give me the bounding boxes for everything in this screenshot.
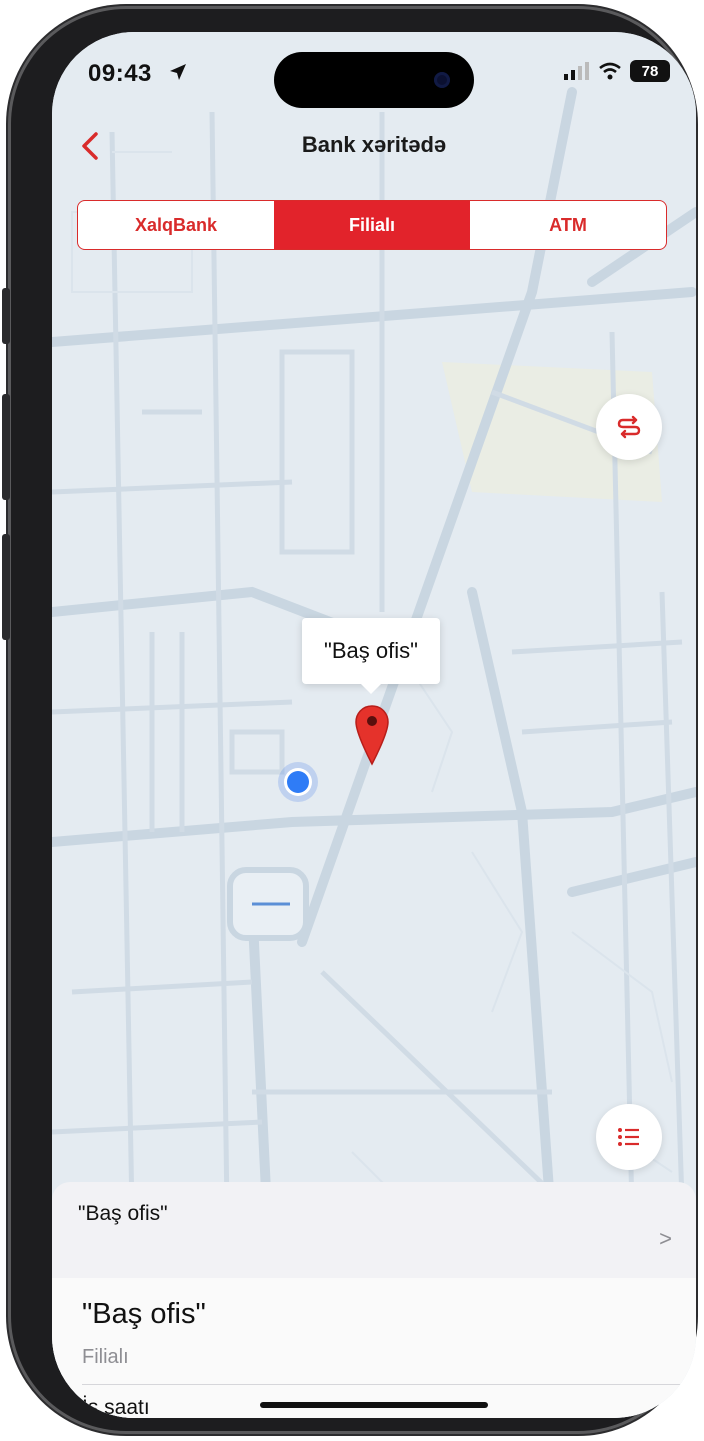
segmented-control: XalqBank Filialı ATM: [77, 200, 667, 250]
segment-filiali[interactable]: Filialı: [274, 201, 470, 249]
signal-icon: [564, 62, 589, 80]
location-sheet-header[interactable]: "Baş ofis" >: [52, 1182, 696, 1278]
route-icon: [617, 415, 641, 439]
branch-name: "Baş ofis": [82, 1298, 206, 1330]
route-button[interactable]: [596, 394, 662, 460]
navigation-bar: Bank xəritədə: [52, 122, 696, 172]
map-pin-icon[interactable]: [354, 704, 390, 766]
branch-type: Filialı: [82, 1346, 129, 1368]
divider: [82, 1384, 696, 1385]
dynamic-island: [274, 52, 474, 108]
location-detail: "Baş ofis" Filialı İş saatı: [52, 1278, 696, 1418]
segment-atm[interactable]: ATM: [470, 201, 666, 249]
user-location-dot: [287, 771, 309, 793]
working-hours-label: İş saatı: [82, 1396, 150, 1418]
battery-icon: 78: [630, 60, 670, 82]
segment-xalqbank[interactable]: XalqBank: [78, 201, 274, 249]
volume-down-button: [2, 534, 10, 640]
sheet-header-title: "Baş ofis": [78, 1202, 168, 1225]
location-arrow-icon: [170, 64, 186, 80]
volume-up-button: [2, 394, 10, 500]
status-bar: 09:43 78: [52, 32, 696, 108]
list-icon: [618, 1128, 639, 1146]
marker-callout[interactable]: "Baş ofis": [302, 618, 440, 694]
home-indicator[interactable]: [260, 1402, 488, 1408]
app-screen: 09:43 78 Bank xəritədə XalqBank Filialı …: [52, 32, 696, 1418]
chevron-right-icon: >: [659, 1226, 672, 1251]
page-title: Bank xəritədə: [301, 132, 447, 157]
camera-icon: [434, 72, 450, 88]
silent-switch: [2, 288, 10, 344]
status-time: 09:43: [88, 60, 152, 87]
user-location-marker: [278, 762, 318, 802]
wifi-icon: [599, 62, 621, 80]
status-icons: 78: [564, 60, 670, 82]
list-button[interactable]: [596, 1104, 662, 1170]
